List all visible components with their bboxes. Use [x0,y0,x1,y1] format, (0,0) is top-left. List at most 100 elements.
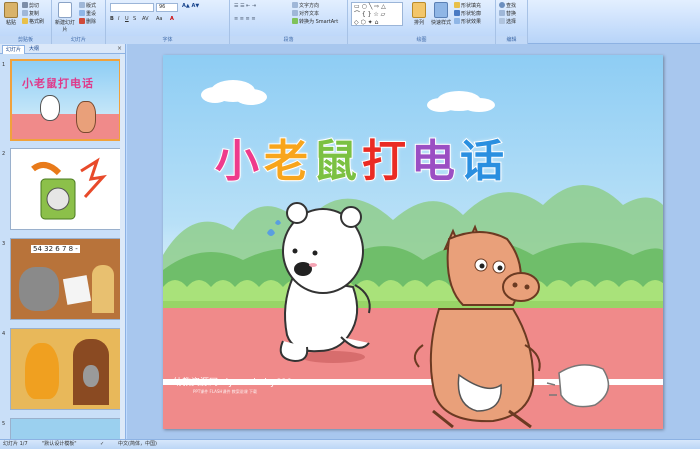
slide-thumbnail-1[interactable]: 小老鼠打电话 [10,59,121,141]
thumb-card [62,275,92,305]
clipboard-group-label: 剪贴板 [0,36,51,44]
delete-icon [79,18,85,24]
smartart-icon [292,18,298,24]
replace-icon [499,10,505,16]
slide-canvas[interactable]: 小老鼠打电话 幼教资源网 ziyuan.baby611.com PPT课件 FL… [163,55,663,429]
thumb-track [12,114,119,139]
underline-button[interactable]: U [125,16,129,23]
paragraph-group-label: 段落 [230,36,347,44]
arrange-icon [412,2,426,18]
fill-icon [454,2,460,8]
new-slide-icon [58,2,72,18]
title-char-6: 话 [459,136,509,188]
telephone-illustration [31,157,107,220]
thumb-mouse [83,365,99,387]
effects-icon [454,18,460,24]
thumb-numbers-strip: 54 32 6 7 8 - [31,245,80,253]
thumb-door [92,265,114,313]
title-char-1: 小 [214,136,264,188]
new-slide-button[interactable]: 新建幻灯片 [55,2,75,33]
paste-button[interactable]: 粘贴 [3,2,19,26]
replace-button[interactable]: 替换 [499,10,516,18]
drawing-group-label: 绘图 [348,36,495,44]
bullets-button[interactable]: ☰ ☰ ⇤ ⇥ [234,3,256,10]
strikethrough-button[interactable]: S [133,16,136,23]
slide-counter: 幻灯片 1/7 [3,441,28,447]
panel-tabs: 幻灯片 大纲 × [0,44,125,54]
editing-group: 查找 替换 选择 编辑 [496,0,528,44]
slide-title[interactable]: 小老鼠打电话 [214,136,615,188]
tab-slides[interactable]: 幻灯片 [2,45,26,54]
find-icon [499,2,505,8]
smartart-button[interactable]: 转换为 SmartArt [292,18,338,26]
title-char-5: 电 [410,136,460,188]
thumb-number: 4 [2,331,6,337]
thumb-mouse [19,267,59,311]
spellcheck-icon[interactable]: ✓ [100,440,104,449]
slide-background [163,80,663,429]
thumb-bear [40,95,60,121]
ribbon: 粘贴 剪切 复制 格式刷 剪贴板 新建幻灯片 版式 重设 删除 幻灯片 96 A… [0,0,700,44]
slide-edit-area: 小老鼠打电话 幼教资源网 ziyuan.baby611.com PPT课件 FL… [127,44,700,439]
scissors-icon [22,2,28,8]
reset-button[interactable]: 重设 [79,10,96,18]
slides-panel: 幻灯片 大纲 × 1 小老鼠打电话 2 3 54 32 6 7 8 - 4 5 [0,44,126,439]
shape-fill-button[interactable]: 形状填充 [454,2,481,10]
title-char-2: 老 [263,136,313,188]
cursor-icon [499,18,505,24]
delete-slide-button[interactable]: 删除 [79,18,96,26]
italic-button[interactable]: I [118,16,119,23]
slide-thumbnail-4[interactable] [10,328,121,410]
title-char-4: 打 [361,136,411,188]
copy-button[interactable]: 复制 [22,10,39,18]
select-button[interactable]: 选择 [499,18,516,26]
editing-group-label: 编辑 [496,36,527,44]
find-button[interactable]: 查找 [499,2,516,10]
brush-icon [22,18,28,24]
grow-font-button[interactable]: A▲ A▼ [182,3,199,10]
font-group: 96 A▲ A▼ B I U S AV Aa A 字体 [106,0,230,44]
quick-styles-button[interactable]: 快速样式 [430,2,452,26]
shape-outline-button[interactable]: 形状轮廓 [454,10,481,18]
layout-button[interactable]: 版式 [79,2,96,10]
paragraph-group: ☰ ☰ ⇤ ⇥ ≡ ≡ ≡ ≡ 文字方向 对齐文本 转换为 SmartArt 段… [230,0,348,44]
slide-thumbnail-2[interactable] [10,148,121,230]
clipboard-group: 粘贴 剪切 复制 格式刷 剪贴板 [0,0,52,44]
text-direction-button[interactable]: 文字方向 [292,2,319,10]
theme-name: "默认设计模板" [42,441,77,447]
cloud-right [427,91,495,112]
slide-thumbnail-5[interactable] [10,418,121,439]
bold-button[interactable]: B [110,16,114,23]
watermark-subtext: PPT课件 FLASH课件 教案说课 下载 [193,389,257,394]
thumb-cat [25,343,59,399]
copy-icon [22,10,28,16]
layout-icon [79,2,85,8]
watermark: 幼教资源网 ziyuan.baby611.com [173,378,315,388]
status-bar: 幻灯片 1/7 "默认设计模板" ✓ 中文(简体，中国) [0,439,700,449]
font-size-box[interactable]: 96 [156,3,178,12]
language: 中文(简体，中国) [118,441,157,447]
cloud-left [201,80,267,105]
shape-effects-button[interactable]: 形状效果 [454,18,481,26]
slide-thumbnail-3[interactable]: 54 32 6 7 8 - [10,238,121,320]
shapes-gallery[interactable]: ▭ ○ ╲ ⇨ △ ⌒ { } ☆ ▱ ◇ ⬡ ✦ ⌂ [351,2,403,26]
spacing-button[interactable]: AV [142,16,149,23]
thumb-pig [76,101,96,133]
close-icon[interactable]: × [117,45,122,52]
title-char-3: 鼠 [312,136,362,188]
tab-outline[interactable]: 大纲 [26,45,42,54]
cut-button[interactable]: 剪切 [22,2,39,10]
align-text-button[interactable]: 对齐文本 [292,10,319,18]
format-painter-button[interactable]: 格式刷 [22,18,44,26]
panel-scrollbar[interactable] [120,54,125,439]
font-name-box[interactable] [110,3,154,12]
thumb-number: 3 [2,241,6,247]
font-color-button[interactable]: A [170,16,174,23]
case-button[interactable]: Aa [156,16,162,23]
thumb-title: 小老鼠打电话 [22,77,94,90]
align-buttons[interactable]: ≡ ≡ ≡ ≡ [234,16,256,23]
thumb-number: 2 [2,151,6,157]
font-group-label: 字体 [106,36,229,44]
arrange-button[interactable]: 排列 [410,2,428,26]
slides-group-label: 幻灯片 [52,36,105,44]
